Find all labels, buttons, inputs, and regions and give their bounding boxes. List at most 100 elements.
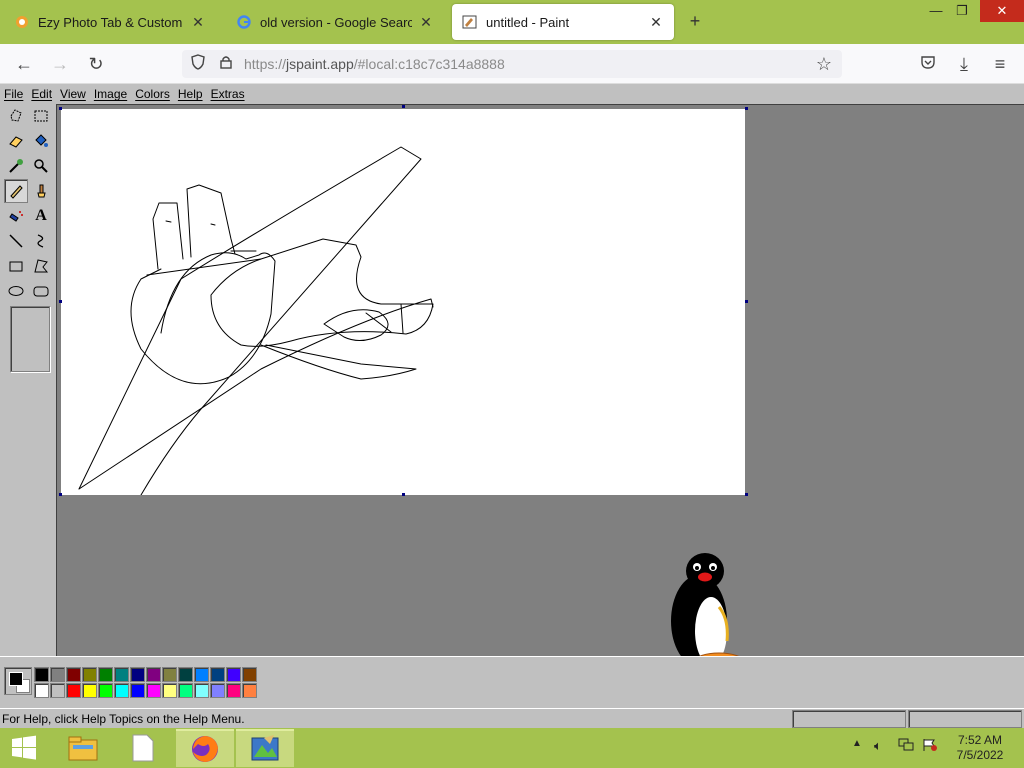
fill-icon[interactable] — [29, 129, 53, 153]
palette-swatch[interactable] — [66, 667, 81, 682]
palette-swatch[interactable] — [82, 667, 97, 682]
polygon-icon[interactable] — [29, 254, 53, 278]
foreground-color-swatch[interactable] — [9, 672, 23, 686]
palette-swatch[interactable] — [162, 667, 177, 682]
menu-icon[interactable]: ≡ — [988, 52, 1012, 76]
close-tab-icon[interactable]: ✕ — [190, 14, 206, 31]
network-icon[interactable] — [898, 738, 914, 755]
paint-app-icon[interactable] — [236, 729, 294, 767]
menu-help[interactable]: Help — [178, 87, 203, 101]
lock-icon[interactable] — [216, 54, 236, 74]
palette-swatch[interactable] — [50, 683, 65, 698]
drawing-canvas[interactable] — [61, 109, 745, 496]
menu-file[interactable]: File — [4, 87, 23, 101]
color-palette — [0, 656, 1024, 702]
tab-paint[interactable]: untitled - Paint ✕ — [452, 4, 674, 40]
url-text: https://jspaint.app/#local:c18c7c314a888… — [244, 56, 505, 72]
tool-options-panel[interactable] — [10, 306, 50, 372]
eraser-icon[interactable] — [4, 129, 28, 153]
url-bar[interactable]: https://jspaint.app/#local:c18c7c314a888… — [182, 50, 842, 78]
restore-icon[interactable]: ❐ — [946, 0, 978, 22]
firefox-icon[interactable] — [176, 729, 234, 767]
line-icon[interactable] — [4, 229, 28, 253]
bookmark-star-icon[interactable]: ☆ — [814, 54, 834, 74]
show-hidden-icons[interactable]: ▲ — [852, 738, 862, 749]
palette-swatch[interactable] — [34, 683, 49, 698]
pocket-icon[interactable] — [916, 52, 940, 76]
palette-swatch[interactable] — [210, 667, 225, 682]
new-tab-button[interactable]: + — [684, 10, 706, 32]
window-close-icon[interactable]: ✕ — [980, 0, 1024, 22]
downloads-icon[interactable]: ⤓ — [952, 52, 976, 76]
start-icon[interactable] — [0, 729, 48, 767]
pick-color-icon[interactable] — [4, 154, 28, 178]
clock-date: 7/5/2022 — [956, 748, 1004, 762]
palette-swatch[interactable] — [210, 683, 225, 698]
close-tab-icon[interactable]: ✕ — [418, 14, 434, 31]
resize-handle[interactable] — [402, 493, 405, 496]
forward-icon[interactable]: → — [48, 52, 72, 76]
close-tab-icon[interactable]: ✕ — [648, 14, 664, 31]
free-form-select-icon[interactable] — [4, 104, 28, 128]
airbrush-icon[interactable] — [4, 204, 28, 228]
action-center-flag-icon[interactable] — [922, 738, 938, 755]
google-icon — [236, 14, 252, 30]
curve-icon[interactable] — [29, 229, 53, 253]
back-icon[interactable]: ← — [12, 52, 36, 76]
palette-swatch[interactable] — [114, 683, 129, 698]
palette-swatch[interactable] — [98, 667, 113, 682]
pingu-mascot-image — [669, 549, 745, 673]
file-explorer-icon[interactable] — [54, 729, 112, 767]
tracking-shield-icon[interactable] — [188, 54, 208, 74]
palette-swatch[interactable] — [66, 683, 81, 698]
palette-swatch[interactable] — [194, 683, 209, 698]
palette-swatch[interactable] — [242, 667, 257, 682]
palette-swatch[interactable] — [226, 667, 241, 682]
menu-edit[interactable]: Edit — [31, 87, 52, 101]
menu-extras[interactable]: Extras — [211, 87, 245, 101]
tab-label: old version - Google Search — [260, 14, 412, 30]
resize-handle — [59, 493, 62, 496]
system-clock[interactable]: 7:52 AM 7/5/2022 — [940, 733, 1020, 763]
palette-swatch[interactable] — [34, 667, 49, 682]
menu-view[interactable]: View — [60, 87, 86, 101]
reload-icon[interactable]: ↻ — [84, 52, 108, 76]
rounded-rectangle-icon[interactable] — [29, 279, 53, 303]
palette-swatch[interactable] — [130, 667, 145, 682]
brush-icon[interactable] — [29, 179, 53, 203]
palette-swatch[interactable] — [242, 683, 257, 698]
status-bar: For Help, click Help Topics on the Help … — [0, 708, 1024, 728]
current-colors[interactable] — [4, 667, 32, 695]
palette-swatch[interactable] — [146, 667, 161, 682]
rectangle-icon[interactable] — [4, 254, 28, 278]
palette-swatch[interactable] — [178, 683, 193, 698]
status-text: For Help, click Help Topics on the Help … — [2, 712, 245, 726]
palette-swatch[interactable] — [50, 667, 65, 682]
palette-swatch[interactable] — [130, 683, 145, 698]
palette-swatch[interactable] — [178, 667, 193, 682]
tab-google-search[interactable]: old version - Google Search ✕ — [226, 4, 444, 40]
clock-time: 7:52 AM — [957, 733, 1003, 747]
menu-colors[interactable]: Colors — [135, 87, 170, 101]
palette-swatch[interactable] — [114, 667, 129, 682]
ellipse-icon[interactable] — [4, 279, 28, 303]
paint-app: File Edit View Image Colors Help Extras … — [0, 84, 1024, 728]
resize-handle[interactable] — [745, 493, 748, 496]
resize-handle[interactable] — [745, 300, 748, 303]
palette-swatch[interactable] — [226, 683, 241, 698]
select-icon[interactable] — [29, 104, 53, 128]
pencil-icon[interactable] — [4, 179, 28, 203]
palette-swatch[interactable] — [98, 683, 113, 698]
text-icon[interactable]: A — [29, 204, 53, 228]
palette-swatch[interactable] — [146, 683, 161, 698]
resize-handle — [59, 300, 62, 303]
palette-swatch[interactable] — [162, 683, 177, 698]
menu-image[interactable]: Image — [94, 87, 127, 101]
palette-swatch[interactable] — [194, 667, 209, 682]
document-icon[interactable] — [114, 729, 172, 767]
resize-handle — [402, 105, 405, 108]
volume-icon[interactable]: 🔈︎ — [874, 738, 882, 754]
tab-ezy-photo[interactable]: Ezy Photo Tab & Custom Web ✕ — [4, 4, 216, 40]
palette-swatch[interactable] — [82, 683, 97, 698]
magnifier-icon[interactable] — [29, 154, 53, 178]
